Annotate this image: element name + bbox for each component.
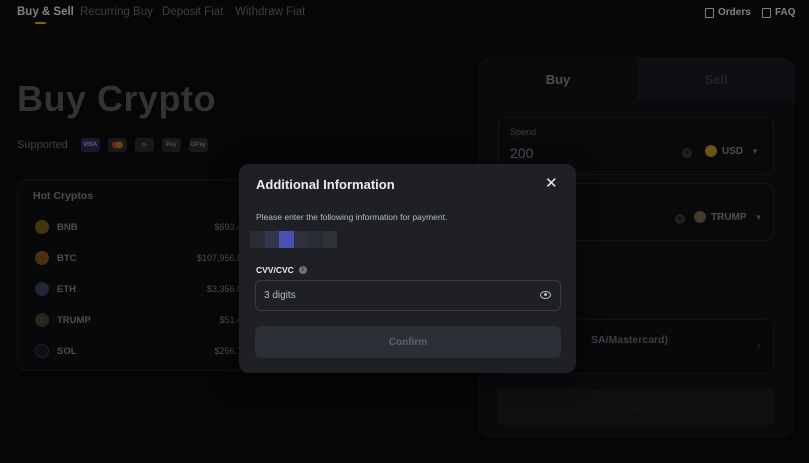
dialog-title: Additional Information [256, 177, 395, 192]
confirm-button[interactable]: Confirm [255, 326, 561, 358]
masked-card-info [250, 231, 337, 248]
cvv-label: CVV/CVC [256, 265, 294, 275]
cvv-label-row: CVV/CVC i [256, 265, 307, 275]
eye-icon[interactable] [540, 291, 551, 299]
dialog-description: Please enter the following information f… [256, 212, 448, 222]
close-icon[interactable]: ✕ [545, 176, 558, 192]
cvv-field[interactable] [255, 280, 561, 311]
cvv-input[interactable] [264, 281, 524, 310]
info-icon[interactable]: i [298, 266, 307, 274]
additional-info-dialog: Additional Information ✕ Please enter th… [239, 164, 576, 373]
